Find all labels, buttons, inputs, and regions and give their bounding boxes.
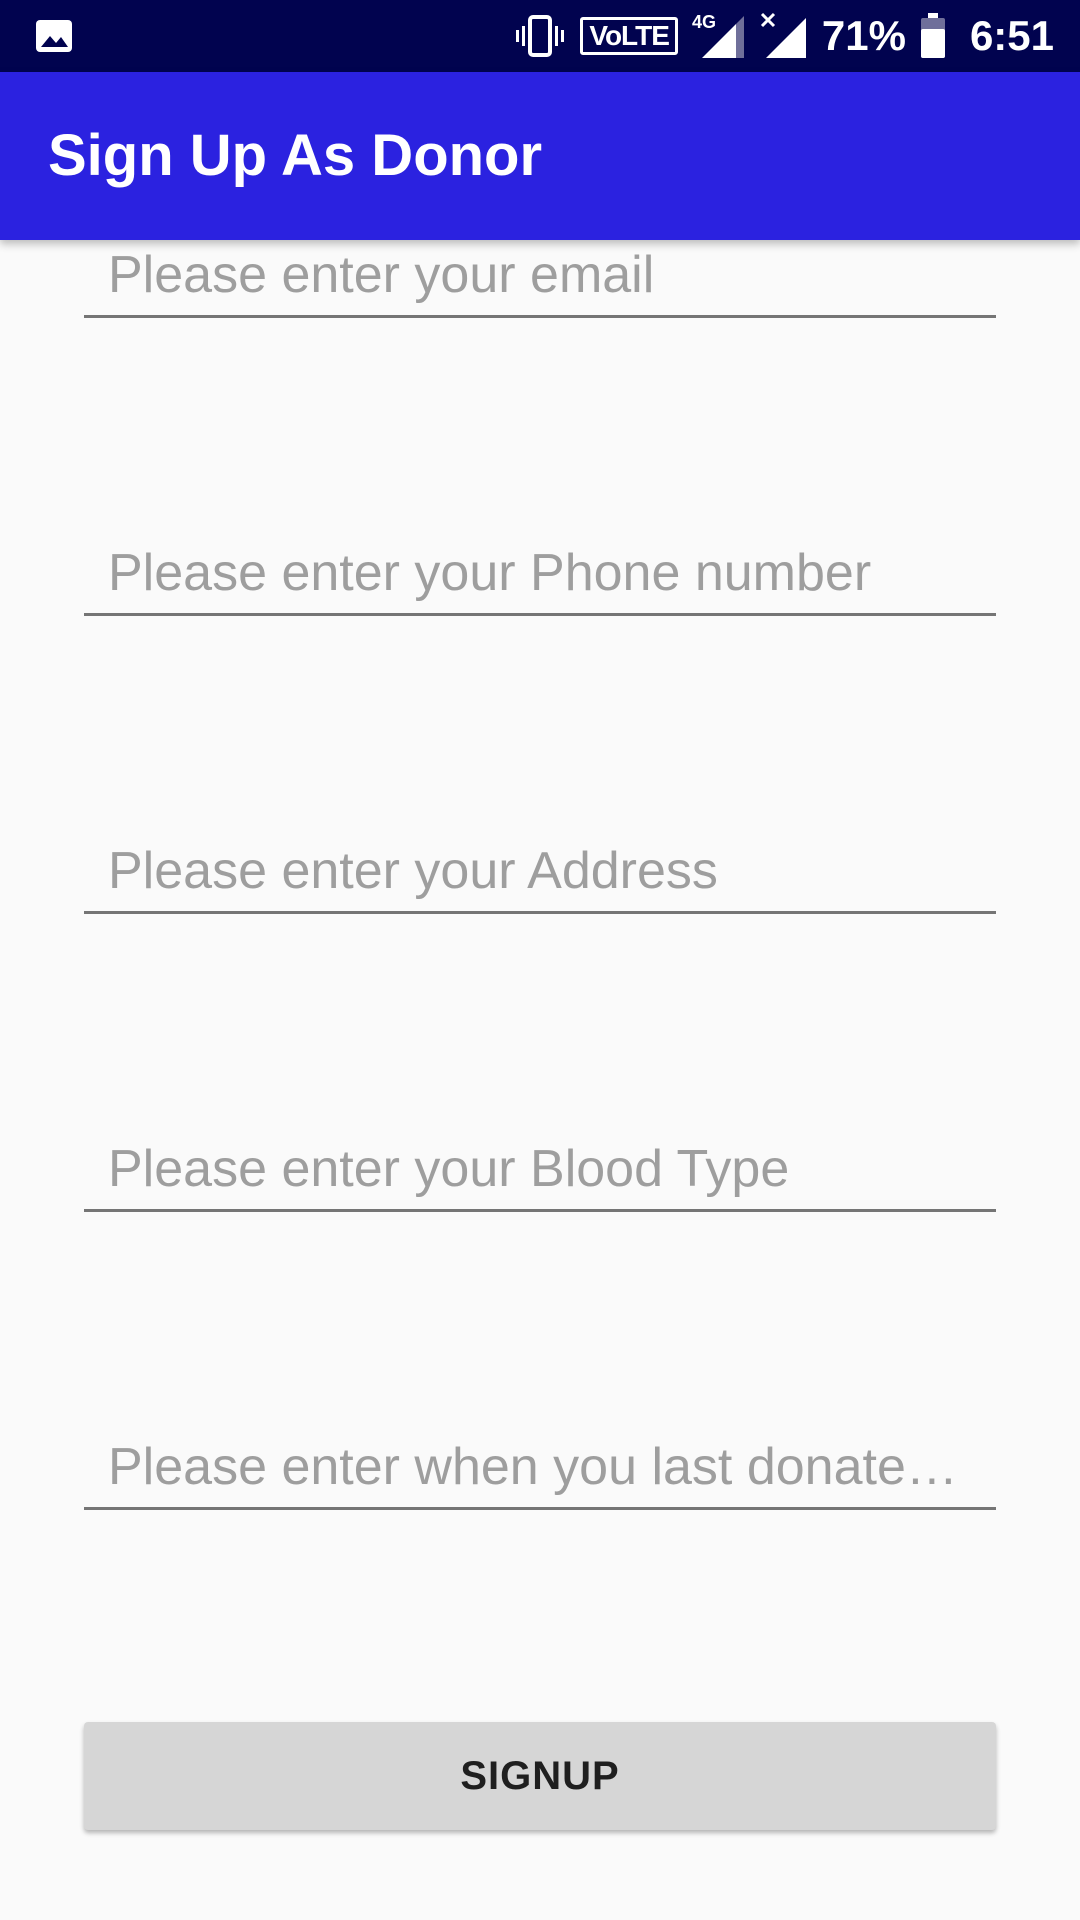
- battery-percent: 71%: [821, 12, 906, 59]
- status-bar: VoLTE 4G 71% 6:51: [0, 0, 1080, 72]
- phone-field[interactable]: [108, 543, 992, 603]
- status-icons: VoLTE 4G 71% 6:51: [514, 0, 1054, 72]
- blood-type-field[interactable]: [108, 1139, 992, 1199]
- volte-icon: VoLTE: [580, 17, 678, 55]
- last-donated-field[interactable]: [108, 1437, 992, 1497]
- network-type-label: 4G: [692, 12, 716, 32]
- address-field-container: [84, 830, 996, 914]
- address-field[interactable]: [108, 841, 992, 901]
- app-bar: Sign Up As Donor: [0, 72, 1080, 240]
- image-icon: [34, 16, 74, 56]
- vibrate-icon: [514, 14, 566, 58]
- email-field-container: [84, 234, 996, 318]
- last-donated-field-container: [84, 1426, 996, 1510]
- blood-type-field-container: [84, 1128, 996, 1212]
- signal-no-data-icon: [760, 12, 808, 60]
- signup-button[interactable]: SIGNUP: [84, 1722, 996, 1830]
- battery-icon: [920, 13, 946, 59]
- page-title: Sign Up As Donor: [48, 123, 543, 188]
- signal-4g-icon: 4G: [692, 12, 746, 60]
- clock: 6:51: [969, 12, 1054, 59]
- email-field[interactable]: [108, 245, 992, 305]
- phone-field-container: [84, 532, 996, 616]
